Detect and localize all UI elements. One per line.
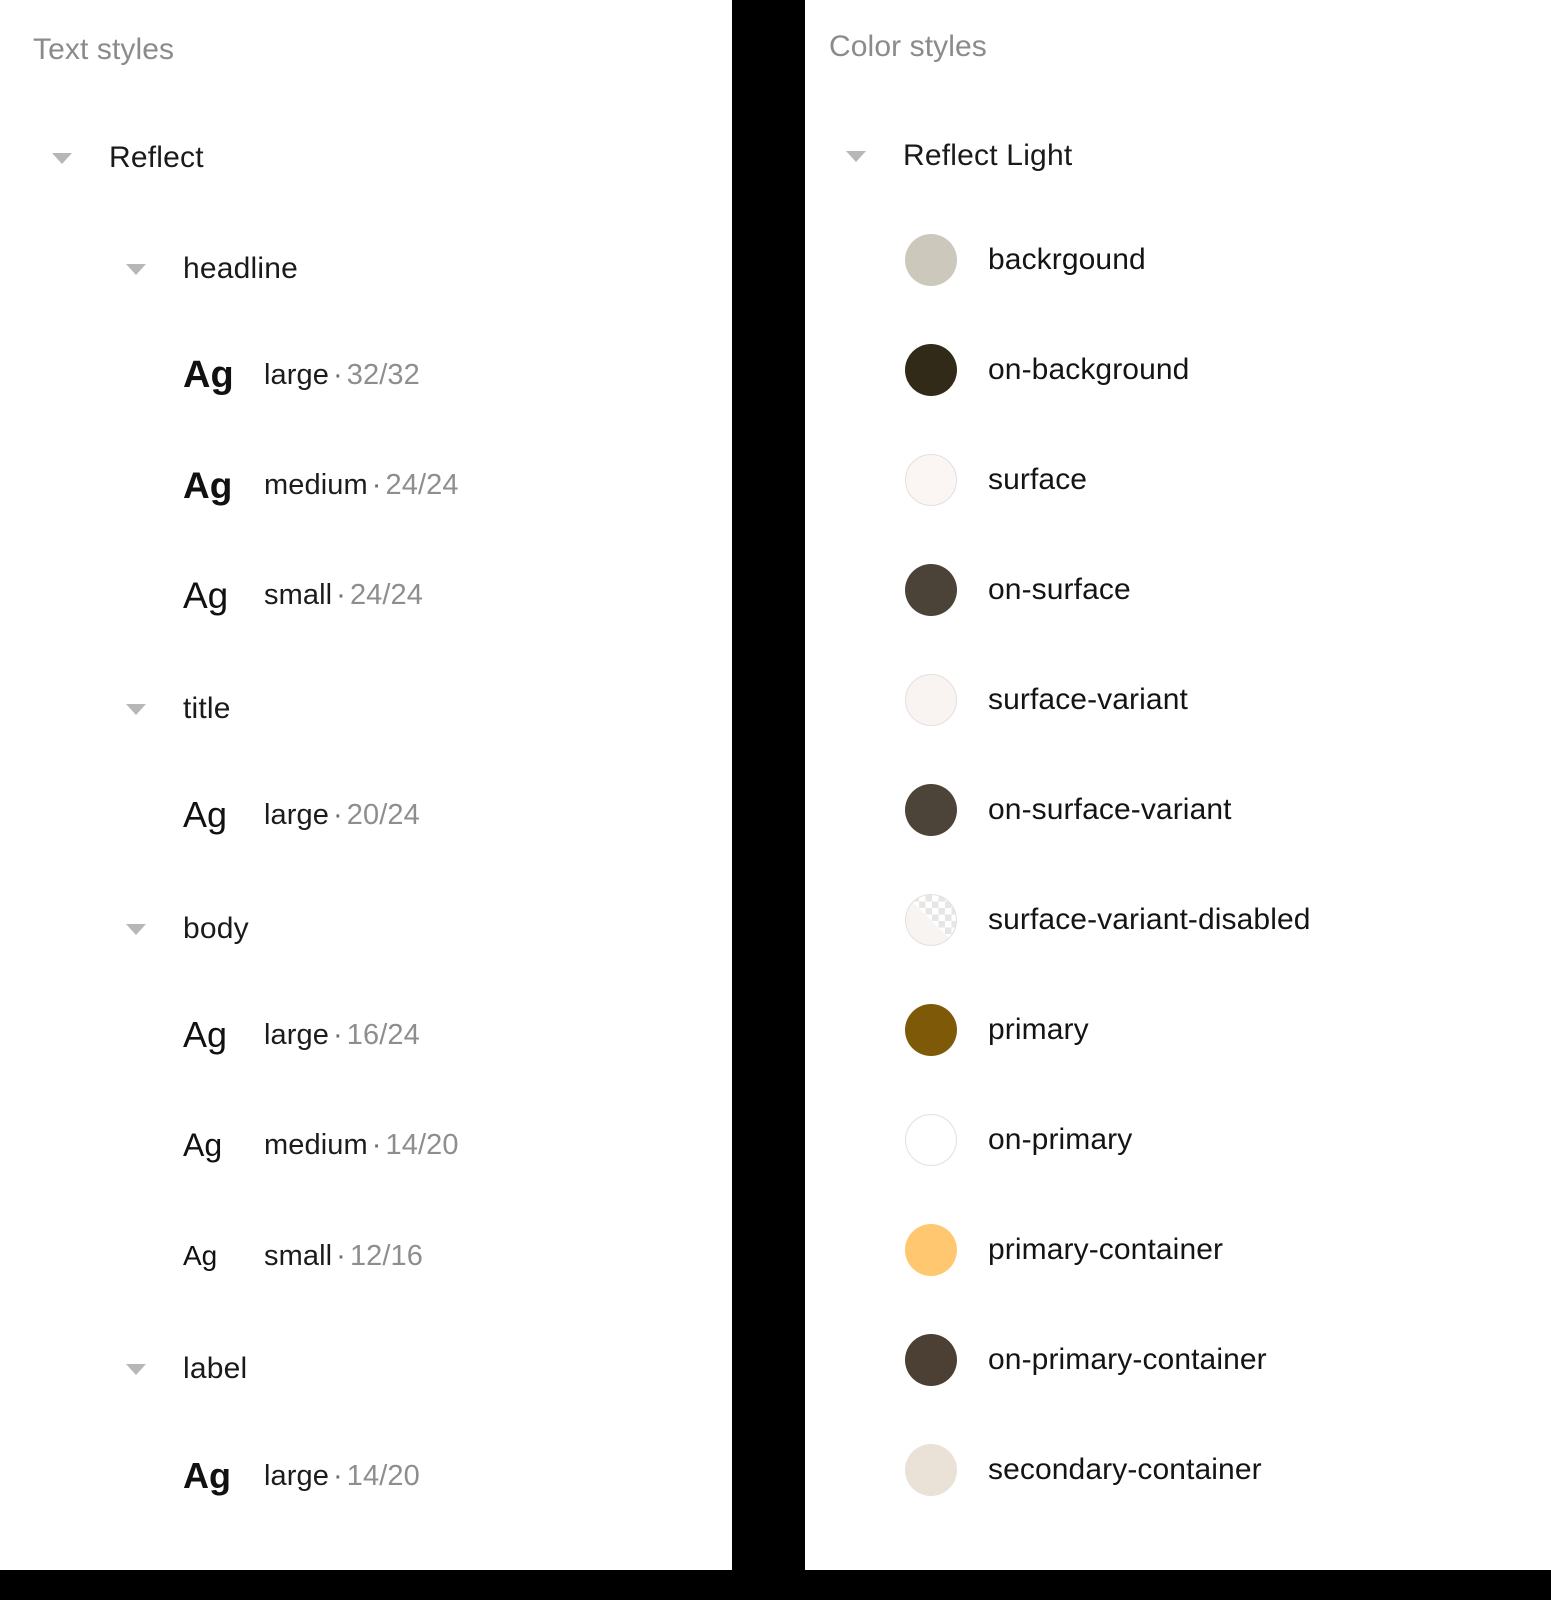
tree-group-label-group[interactable]: label (126, 1352, 247, 1386)
color-style-label: surface-variant-disabled (988, 903, 1311, 936)
color-style-row[interactable]: surface (805, 454, 1551, 506)
color-swatch[interactable] (905, 1114, 957, 1166)
color-swatch[interactable] (905, 1444, 957, 1496)
ag-preview: Ag (183, 1127, 223, 1163)
separator-dot: · (333, 798, 343, 831)
color-style-row[interactable]: primary-container (805, 1224, 1551, 1276)
color-style-label: on-background (988, 353, 1190, 386)
color-style-label: on-surface-variant (988, 793, 1232, 826)
color-swatch[interactable] (905, 344, 957, 396)
color-style-row[interactable]: surface-variant-disabled (805, 894, 1551, 946)
text-style-name: large (264, 1018, 329, 1051)
ag-preview: Ag (183, 354, 234, 396)
color-style-row[interactable]: on-primary-container (805, 1334, 1551, 1386)
chevron-down-icon[interactable] (52, 152, 72, 164)
text-style-row[interactable]: Ag small · 12/16 (0, 1236, 732, 1276)
text-style-row[interactable]: Ag medium · 14/20 (0, 1125, 732, 1165)
text-style-name: small (264, 1239, 333, 1272)
text-styles-panel: Text styles Reflect headline Ag large · 32… (0, 0, 732, 1570)
text-style-sizes: 20/24 (346, 798, 420, 831)
tree-group-label: Reflect Light (903, 139, 1073, 172)
text-style-name: large (264, 1459, 329, 1492)
color-style-label: surface-variant (988, 683, 1188, 716)
text-style-sizes: 14/20 (385, 1128, 459, 1161)
chevron-down-icon[interactable] (846, 150, 866, 162)
chevron-down-icon[interactable] (126, 1363, 146, 1375)
chevron-down-icon[interactable] (126, 703, 146, 715)
ag-preview: Ag (183, 574, 229, 616)
styles-overview-screen: Text styles Reflect headline Ag large · 32… (0, 0, 1551, 1600)
color-style-row[interactable]: on-surface (805, 564, 1551, 616)
separator-dot: · (371, 1128, 382, 1161)
color-style-row[interactable]: on-surface-variant (805, 784, 1551, 836)
color-styles-panel: Color styles Reflect Light backrgound on… (805, 0, 1551, 1570)
color-style-label: backrgound (988, 243, 1146, 276)
tree-group-label: title (183, 692, 231, 725)
separator-dot: · (333, 1459, 343, 1492)
separator-dot: · (333, 1018, 343, 1051)
ag-preview: Ag (183, 1240, 218, 1271)
color-style-row[interactable]: primary (805, 1004, 1551, 1056)
text-style-name: small (264, 578, 333, 611)
ag-preview: Ag (183, 1455, 231, 1496)
color-swatch[interactable] (905, 1334, 957, 1386)
separator-dot: · (371, 468, 382, 501)
tree-group-title[interactable]: title (126, 692, 231, 726)
text-style-sizes: 12/16 (349, 1239, 424, 1272)
text-style-row[interactable]: Ag large · 14/20 (0, 1456, 732, 1496)
tree-group-headline[interactable]: headline (126, 252, 298, 286)
text-style-sizes: 16/24 (346, 1018, 420, 1051)
color-swatch[interactable] (905, 1224, 957, 1276)
ag-preview: Ag (183, 464, 233, 506)
color-style-row[interactable]: on-background (805, 344, 1551, 396)
text-style-row[interactable]: Ag large · 32/32 (0, 355, 732, 395)
tree-group-label: label (183, 1352, 248, 1385)
text-style-name: medium (264, 468, 368, 501)
text-styles-panel-title: Text styles (33, 33, 175, 66)
color-swatch[interactable] (905, 1004, 957, 1056)
color-style-row[interactable]: surface-variant (805, 674, 1551, 726)
color-styles-panel-title: Color styles (829, 30, 987, 63)
text-style-sizes: 24/24 (385, 468, 459, 501)
color-style-label: surface (988, 463, 1088, 496)
color-style-label: primary-container (988, 1233, 1224, 1266)
text-style-row[interactable]: Ag large · 16/24 (0, 1015, 732, 1055)
chevron-down-icon[interactable] (126, 263, 146, 275)
separator-dot: · (336, 578, 346, 611)
color-style-row[interactable]: on-primary (805, 1114, 1551, 1166)
tree-group-label: Reflect (109, 141, 204, 174)
tree-group-label: body (183, 912, 249, 945)
color-swatch[interactable] (905, 234, 957, 286)
color-style-label: on-primary (988, 1123, 1133, 1156)
text-style-sizes: 24/24 (349, 578, 424, 611)
color-swatch[interactable] (905, 784, 957, 836)
text-style-sizes: 14/20 (346, 1459, 420, 1492)
ag-preview: Ag (183, 794, 228, 835)
color-style-label: on-primary-container (988, 1343, 1267, 1376)
tree-group-reflect[interactable]: Reflect (52, 141, 204, 175)
text-style-name: large (264, 798, 329, 831)
tree-group-label: headline (183, 252, 299, 285)
separator-dot: · (336, 1239, 346, 1272)
separator-dot: · (333, 358, 343, 391)
text-style-name: large (264, 358, 329, 391)
text-style-row[interactable]: Ag small · 24/24 (0, 575, 732, 615)
tree-group-body[interactable]: body (126, 912, 249, 946)
color-swatch[interactable] (905, 674, 957, 726)
text-style-row[interactable]: Ag medium · 24/24 (0, 465, 732, 505)
color-swatch[interactable] (905, 564, 957, 616)
tree-group-reflect-light[interactable]: Reflect Light (846, 139, 1072, 173)
color-style-row[interactable]: backrgound (805, 234, 1551, 286)
color-swatch-transparent[interactable] (905, 894, 957, 946)
ag-preview: Ag (183, 1014, 228, 1055)
color-swatch[interactable] (905, 454, 957, 506)
color-style-row[interactable]: secondary-container (805, 1444, 1551, 1496)
text-style-row[interactable]: Ag large · 20/24 (0, 795, 732, 835)
color-style-label: secondary-container (988, 1453, 1262, 1486)
color-style-label: on-surface (988, 573, 1131, 606)
text-style-sizes: 32/32 (346, 358, 420, 391)
color-style-label: primary (988, 1013, 1089, 1046)
chevron-down-icon[interactable] (126, 923, 146, 935)
text-style-name: medium (264, 1128, 368, 1161)
